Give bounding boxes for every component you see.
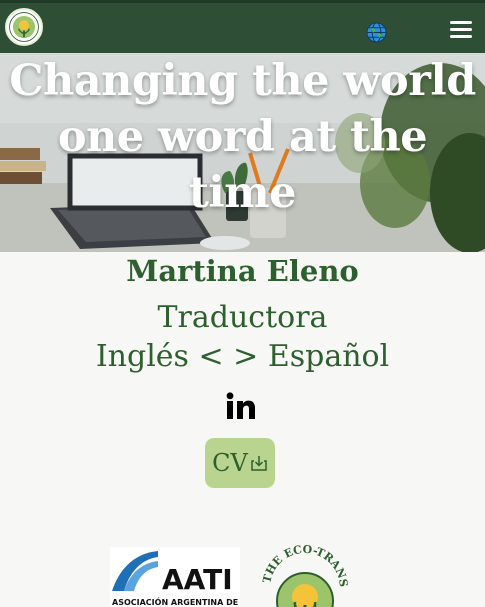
- top-navigation-bar: [0, 0, 485, 53]
- translator-role: Traductora: [157, 300, 328, 335]
- cv-download-button[interactable]: CV: [205, 438, 275, 488]
- cv-label: CV: [212, 449, 248, 477]
- hero-banner: Changing the world one word at the time: [0, 53, 485, 252]
- site-logo[interactable]: [5, 8, 43, 46]
- svg-text:ASOCIACIÓN ARGENTINA DE: ASOCIACIÓN ARGENTINA DE: [112, 596, 238, 607]
- hamburger-menu-icon[interactable]: [450, 21, 472, 39]
- aati-association-logo: AATI ASOCIACIÓN ARGENTINA DE: [110, 547, 240, 607]
- download-icon: [251, 456, 267, 471]
- hero-title-line-1: Changing the world: [9, 56, 476, 106]
- language-globe-icon[interactable]: [366, 22, 387, 43]
- eco-translator-badge: THE ECO-TRANSLATOR: [256, 539, 354, 607]
- aati-logo-image: AATI ASOCIACIÓN ARGENTINA DE: [110, 547, 240, 607]
- hero-title-line-2: one word at the time: [57, 112, 428, 218]
- hero-title: Changing the world one word at the time: [0, 53, 485, 221]
- translator-name: Martina Eleno: [126, 254, 359, 288]
- eco-translator-badge-image: THE ECO-TRANSLATOR: [256, 539, 350, 607]
- eco-translator-logo-icon: [7, 10, 41, 44]
- language-pair: Inglés < > Español: [95, 339, 390, 374]
- svg-text:AATI: AATI: [162, 563, 233, 596]
- linkedin-icon[interactable]: [226, 392, 256, 420]
